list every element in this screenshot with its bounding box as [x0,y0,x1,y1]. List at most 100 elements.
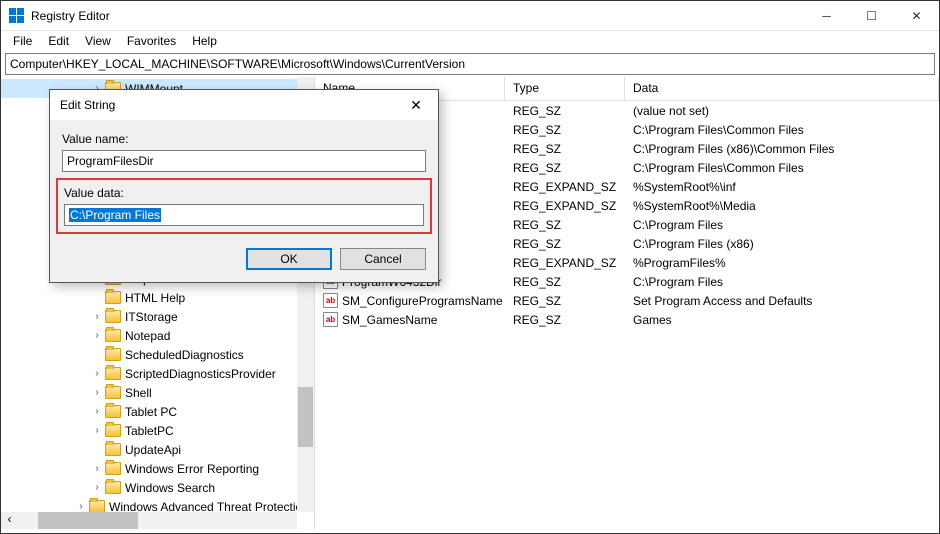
folder-icon [105,348,121,361]
value-type: REG_SZ [505,123,625,137]
menu-edit[interactable]: Edit [40,32,77,50]
tree-expander-icon [91,349,103,361]
app-icon [9,8,25,24]
string-value-icon: ab [323,312,338,327]
dialog-close-button[interactable]: ✕ [396,97,436,114]
value-name-input[interactable] [62,150,426,172]
menubar: File Edit View Favorites Help [1,31,939,51]
minimize-button[interactable]: ─ [804,1,849,31]
folder-icon [105,386,121,399]
dialog-titlebar[interactable]: Edit String ✕ [50,90,438,120]
value-name: SM_GamesName [342,313,437,327]
edit-string-dialog: Edit String ✕ Value name: Value data: C:… [49,89,439,283]
tree-vscroll-thumb[interactable] [298,387,313,447]
tree-label: UpdateApi [125,443,181,457]
tree-label: Windows Error Reporting [125,462,259,476]
folder-icon [105,424,121,437]
value-data: (value not set) [625,104,939,118]
window-controls: ─ ☐ ✕ [804,1,939,31]
value-data: C:\Program Files (x86)\Common Files [625,142,939,156]
value-data: Games [625,313,939,327]
tree-expander-icon[interactable]: › [91,463,103,475]
tree-label: HTML Help [125,291,185,305]
menu-favorites[interactable]: Favorites [119,32,184,50]
tree-item[interactable]: UpdateApi [1,440,314,459]
tree-label: TabletPC [125,424,174,438]
list-row[interactable]: ab SM_GamesName REG_SZGames [315,310,939,329]
tree-expander-icon [91,444,103,456]
tree-label: ScheduledDiagnostics [125,348,244,362]
menu-view[interactable]: View [77,32,119,50]
value-data: C:\Program Files [625,218,939,232]
value-type: REG_SZ [505,218,625,232]
folder-icon [105,405,121,418]
folder-icon [105,367,121,380]
address-text: Computer\HKEY_LOCAL_MACHINE\SOFTWARE\Mic… [10,57,465,71]
dialog-buttons: OK Cancel [62,248,426,270]
value-name-label: Value name: [62,132,426,146]
value-type: REG_SZ [505,161,625,175]
folder-icon [105,443,121,456]
value-name: SM_ConfigureProgramsName [342,294,503,308]
maximize-button[interactable]: ☐ [849,1,894,31]
value-data-input[interactable]: C:\Program Files [64,204,424,226]
tree-item[interactable]: › Windows Search [1,478,314,497]
value-type: REG_SZ [505,104,625,118]
menu-file[interactable]: File [5,32,40,50]
tree-item[interactable]: ›Shell [1,383,314,402]
tree-expander-icon[interactable]: › [91,330,103,342]
tree-item[interactable]: › Tablet PC [1,402,314,421]
value-type: REG_SZ [505,313,625,327]
tree-expander-icon[interactable]: › [91,387,103,399]
tree-item[interactable]: ›ScriptedDiagnosticsProvider [1,364,314,383]
dialog-body: Value name: Value data: C:\Program Files… [50,120,438,282]
value-data: %SystemRoot%\inf [625,180,939,194]
tree-expander-icon[interactable]: › [91,425,103,437]
dialog-title: Edit String [60,98,115,112]
value-data: Set Program Access and Defaults [625,294,939,308]
folder-icon [105,310,121,323]
tree-item[interactable]: › ITStorage [1,307,314,326]
folder-icon [105,462,121,475]
value-type: REG_SZ [505,275,625,289]
value-type: REG_EXPAND_SZ [505,199,625,213]
value-type: REG_EXPAND_SZ [505,180,625,194]
tree-hscroll[interactable]: ‹ [1,512,297,529]
col-data-header[interactable]: Data [625,77,939,100]
value-data-label: Value data: [64,186,424,200]
value-data: C:\Program Files\Common Files [625,161,939,175]
list-row[interactable]: ab SM_ConfigureProgramsNameREG_SZSet Prog… [315,291,939,310]
tree-expander-icon[interactable]: › [91,406,103,418]
tree-item[interactable]: › Windows Error Reporting [1,459,314,478]
tree-expander-icon[interactable]: › [91,368,103,380]
folder-icon [105,291,121,304]
address-bar[interactable]: Computer\HKEY_LOCAL_MACHINE\SOFTWARE\Mic… [5,53,935,75]
tree-item[interactable]: HTML Help [1,288,314,307]
cancel-button[interactable]: Cancel [340,248,426,270]
tree-label: Notepad [125,329,170,343]
tree-expander-icon[interactable]: › [91,482,103,494]
tree-item[interactable]: ScheduledDiagnostics [1,345,314,364]
tree-expander-icon[interactable]: › [91,311,103,323]
string-value-icon: ab [323,293,338,308]
tree-item[interactable]: › Notepad [1,326,314,345]
value-type: REG_SZ [505,294,625,308]
tree-label: ITStorage [125,310,178,324]
tree-label: Tablet PC [125,405,177,419]
value-data: C:\Program Files [625,275,939,289]
tree-label: Windows Search [125,481,215,495]
value-type: REG_SZ [505,142,625,156]
menu-help[interactable]: Help [184,32,225,50]
col-type-header[interactable]: Type [505,77,625,100]
value-data-selected: C:\Program Files [69,208,161,222]
value-data-highlight: Value data: C:\Program Files [56,178,432,234]
tree-hscroll-thumb[interactable] [38,512,138,529]
tree-item[interactable]: › TabletPC [1,421,314,440]
value-data: %ProgramFiles% [625,256,939,270]
tree-expander-icon[interactable]: › [75,501,87,513]
close-button[interactable]: ✕ [894,1,939,31]
value-data: C:\Program Files\Common Files [625,123,939,137]
titlebar: Registry Editor ─ ☐ ✕ [1,1,939,31]
folder-icon [105,481,121,494]
ok-button[interactable]: OK [246,248,332,270]
